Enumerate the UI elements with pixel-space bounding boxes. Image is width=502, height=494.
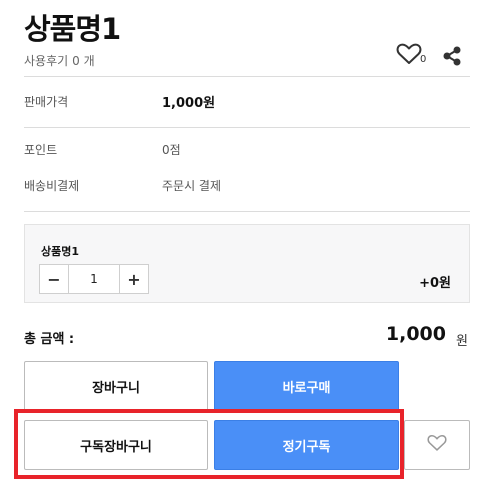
option-name: 상품명1 [41, 245, 80, 258]
subscribe-button[interactable]: 정기구독 [214, 420, 399, 470]
wish-toggle[interactable]: 0 [396, 43, 430, 69]
divider [24, 76, 470, 77]
share-button[interactable] [442, 46, 462, 70]
share-icon [442, 46, 462, 70]
product-title: 상품명1 [24, 12, 121, 46]
divider [24, 211, 470, 212]
divider [24, 127, 470, 128]
heart-outline-icon [396, 43, 422, 69]
total-amount: 1,000 [385, 323, 446, 345]
price-label: 판매가격 [24, 95, 69, 109]
point-label: 포인트 [24, 143, 58, 157]
quantity-decrease-button[interactable]: − [40, 265, 68, 293]
shipping-value: 주문시 결제 [162, 179, 222, 193]
subscribe-cart-button[interactable]: 구독장바구니 [24, 420, 208, 470]
buy-now-button[interactable]: 바로구매 [214, 361, 399, 411]
option-price: +0원 [419, 276, 451, 291]
quantity-input[interactable]: 1 [68, 265, 120, 293]
price-value: 1,000원 [162, 96, 216, 111]
quantity-increase-button[interactable]: + [120, 265, 148, 293]
total-unit: 원 [456, 334, 468, 349]
review-label: 사용후기 [24, 54, 69, 68]
wish-count: 0 [420, 54, 427, 65]
heart-outline-icon [427, 434, 447, 456]
selected-option-box: 상품명1 − 1 + +0원 [24, 224, 470, 303]
wishlist-button[interactable] [404, 420, 470, 470]
total-label: 총 금액 : [24, 332, 75, 347]
review-count: 0 개 [72, 54, 95, 68]
point-value: 0점 [162, 143, 181, 157]
shipping-label: 배송비결제 [24, 179, 80, 193]
review-summary[interactable]: 사용후기 0 개 [24, 52, 95, 69]
quantity-stepper: − 1 + [39, 264, 149, 294]
cart-button[interactable]: 장바구니 [24, 361, 208, 411]
